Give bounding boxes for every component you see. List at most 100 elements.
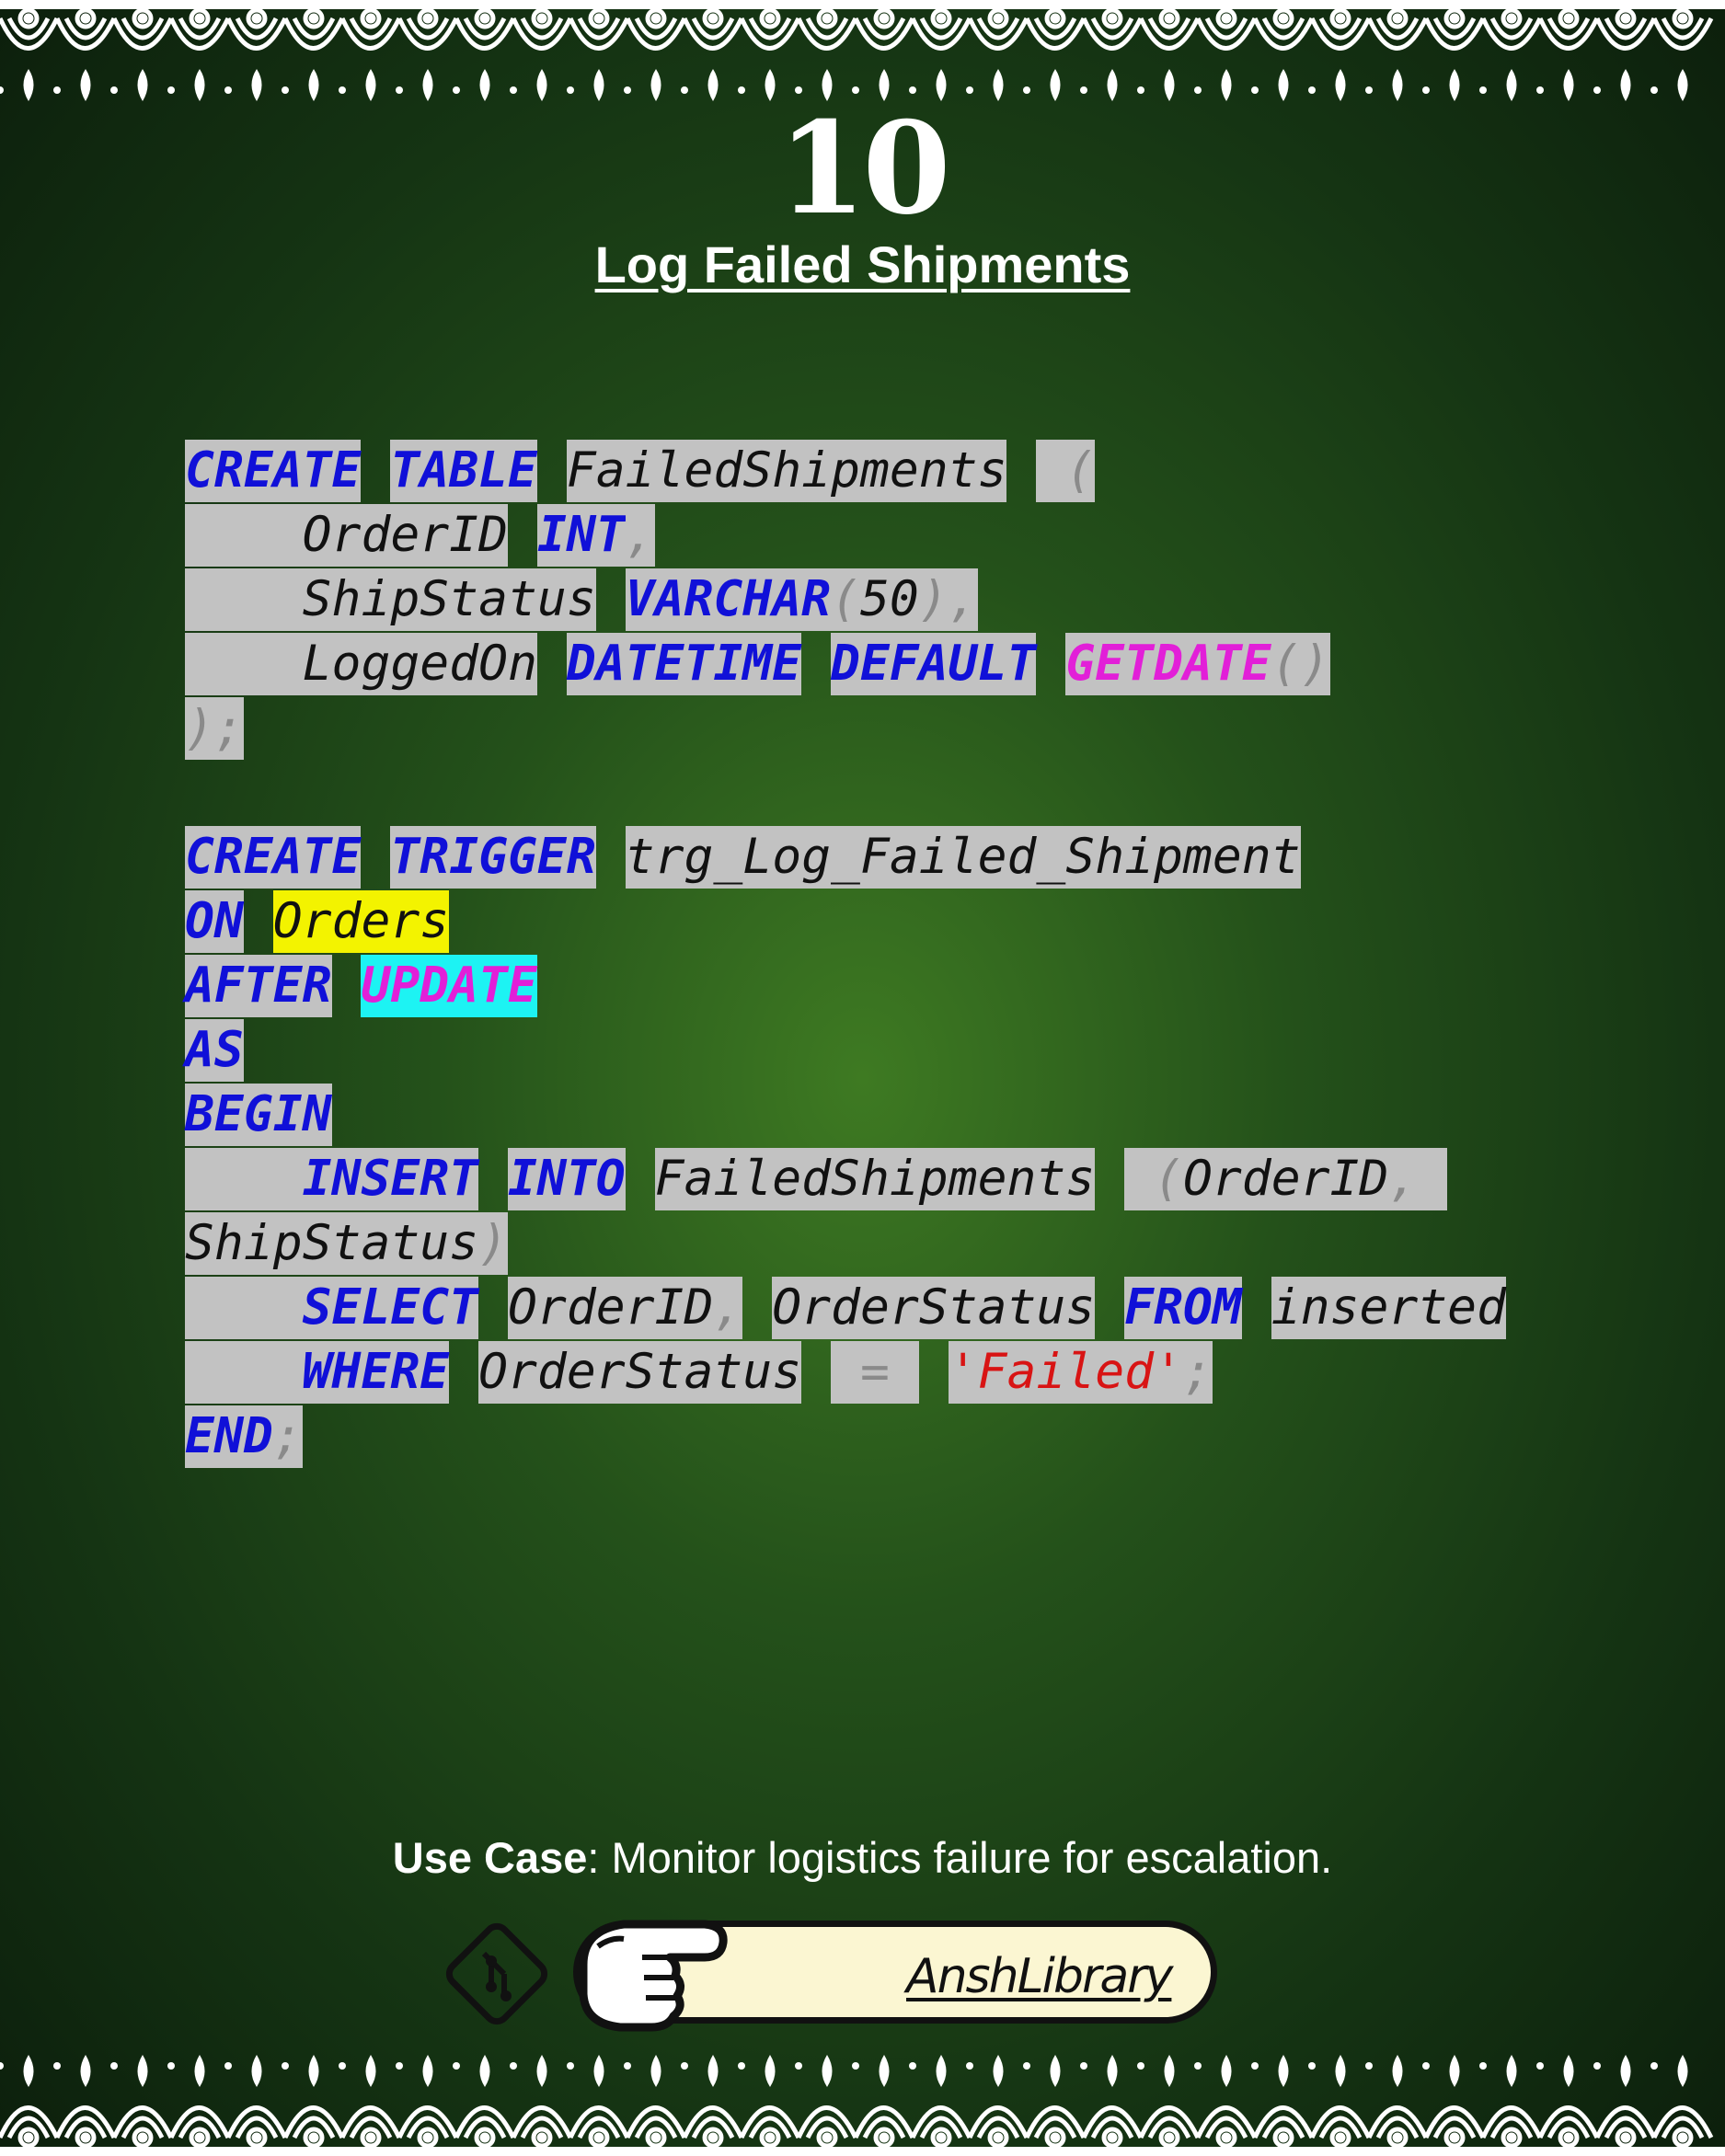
code-token: CREATE [185,826,362,889]
page-number: 10 [777,93,950,243]
code-token: ShipStatus [185,1212,479,1275]
border-motif-row [0,2055,1711,2146]
code-token: CREATE [185,440,362,502]
code-token [185,504,303,567]
use-case-caption: Use Case: Monitor logistics failure for … [0,1830,1725,1886]
code-token: 'Failed' [948,1341,1183,1404]
code-line: WHERE OrderStatus = 'Failed'; [185,1341,1506,1405]
code-token [185,568,303,631]
code-token: FailedShipments [566,440,1007,502]
mandala-pattern-bottom [0,2041,1725,2156]
code-line: AS [185,1019,1506,1084]
use-case-label: Use Case [392,1833,588,1882]
page-title: Log Failed Shipments [594,235,1131,293]
code-token: INSERT [302,1148,479,1210]
code-token [185,1341,303,1404]
code-token: DEFAULT [831,633,1037,695]
code-token: INTO [508,1148,626,1210]
code-line: LoggedOn DATETIME DEFAULT GETDATE() [185,633,1506,697]
code-token: OrderID [508,1277,714,1339]
code-token [185,1277,303,1339]
code-token: AFTER [185,955,332,1017]
git-icon [445,1922,548,2025]
code-token: BEGIN [185,1084,332,1146]
code-token: trg_Log_Failed_Shipment [625,826,1301,889]
code-token: UPDATE [361,955,537,1017]
code-token: TABLE [390,440,537,502]
code-token: ), [918,568,978,631]
code-line: BEGIN [185,1084,1506,1148]
sql-code-block: CREATE TABLE FailedShipments ( OrderID I… [185,440,1506,1470]
code-line: ON Orders [185,890,1506,955]
code-token: OrderID [1182,1148,1389,1210]
code-token: , [1388,1148,1448,1210]
code-token: OrderStatus [478,1341,802,1404]
border-motif-row [0,10,1711,101]
pointing-hand-icon [579,1920,728,2032]
code-token: ) [478,1212,509,1275]
code-token: inserted [1271,1277,1506,1339]
code-token: ); [185,697,244,760]
code-token: ( [1036,440,1096,502]
code-token: DATETIME [566,633,802,695]
code-token: ShipStatus [302,568,596,631]
code-token: 50 [859,568,919,631]
code-token: ON [185,890,244,953]
code-line: SELECT OrderID, OrderStatus FROM inserte… [185,1277,1506,1341]
code-token: FailedShipments [654,1148,1096,1210]
code-token: SELECT [302,1277,479,1339]
code-line: ); [185,697,1506,762]
code-token: WHERE [302,1341,450,1404]
code-token: , [625,504,655,567]
code-token: ( [1124,1148,1183,1210]
code-line: END; [185,1405,1506,1470]
use-case-text: : Monitor logistics failure for escalati… [587,1833,1333,1882]
code-token: GETDATE [1065,633,1271,695]
code-token: ( [831,568,860,631]
code-line: INSERT INTO FailedShipments (OrderID, [185,1148,1506,1212]
code-token [185,1148,303,1210]
code-token: OrderID [302,504,509,567]
code-token: OrderStatus [772,1277,1096,1339]
decorative-bottom-border [0,2041,1725,2156]
code-token: , [713,1277,743,1339]
code-token: INT [536,504,626,567]
code-line: CREATE TABLE FailedShipments ( [185,440,1506,504]
code-line: OrderID INT, [185,504,1506,568]
code-token [185,633,303,695]
code-line: ShipStatus) [185,1212,1506,1277]
code-token: VARCHAR [625,568,832,631]
code-line: CREATE TRIGGER trg_Log_Failed_Shipment [185,826,1506,890]
code-token: ; [272,1405,303,1468]
code-token: TRIGGER [390,826,596,889]
brand-name[interactable]: AnshLibrary [906,1927,1173,2030]
code-token: ; [1182,1341,1213,1404]
branding-badge: AnshLibrary [440,1908,1268,2036]
code-line: ShipStatus VARCHAR(50), [185,568,1506,633]
code-token: AS [185,1019,244,1082]
code-line: AFTER UPDATE [185,955,1506,1019]
